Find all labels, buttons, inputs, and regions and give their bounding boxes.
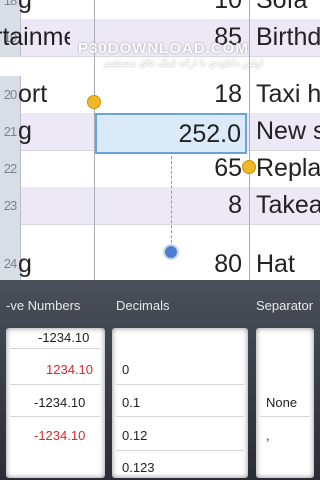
- wheel-option[interactable]: None: [266, 395, 314, 410]
- header-separator: Separator: [256, 298, 314, 313]
- table-row: 18 g 10 Sofa: [0, 0, 320, 20]
- wheel-option[interactable]: -1234.10: [34, 395, 105, 410]
- wheel-option[interactable]: 0: [122, 362, 248, 377]
- table-row: 23 8 Takeaway: [0, 187, 320, 225]
- header-negative-numbers: -ve Numbers: [6, 298, 81, 313]
- cell-description[interactable]: Takeaway: [252, 187, 320, 224]
- cell-amount[interactable]: 10: [96, 0, 246, 19]
- wheel-option[interactable]: 0.1: [122, 395, 248, 410]
- drag-guide-line: [171, 156, 172, 248]
- cell-category[interactable]: [18, 150, 94, 187]
- wheel-option[interactable]: 0.123: [122, 460, 248, 475]
- wheel-option[interactable]: -1234.10: [34, 428, 105, 443]
- header-decimals: Decimals: [116, 298, 170, 313]
- cell-description[interactable]: Taxi home: [252, 76, 320, 113]
- table-row: 24 g 80 Hat: [0, 224, 320, 280]
- cell-category[interactable]: rtainment: [0, 19, 70, 56]
- decimals-wheel[interactable]: 0 0.1 0.12 0.123: [112, 328, 248, 478]
- separator-wheel[interactable]: None ,: [256, 328, 314, 478]
- wheel-option[interactable]: ,: [266, 428, 314, 443]
- cell-description[interactable]: Hat: [252, 224, 320, 280]
- table-row: 20 ort 18 Taxi home: [0, 76, 320, 114]
- column-divider: [249, 0, 250, 280]
- selection-handle-right[interactable]: [242, 160, 256, 174]
- cell-amount[interactable]: 18: [96, 76, 246, 113]
- table-row: 22 65 Replace: [0, 150, 320, 188]
- selected-cell-value: 252.0: [178, 120, 241, 148]
- cell-category[interactable]: ort: [18, 76, 94, 113]
- selected-cell[interactable]: 252.0: [95, 113, 247, 154]
- wheel-option[interactable]: 1234.10: [46, 362, 105, 377]
- negative-numbers-wheel[interactable]: -1234.10 1234.10 -1234.10 -1234.10: [6, 328, 105, 478]
- cell-description[interactable]: Birthday: [252, 19, 320, 56]
- cell-category[interactable]: [18, 187, 94, 224]
- cell-category[interactable]: g: [18, 0, 94, 19]
- spreadsheet: 18 g 10 Sofa 19 rtainment 85 Birthday 20…: [0, 0, 320, 280]
- cell-category[interactable]: g: [18, 113, 94, 150]
- cell-description[interactable]: New shoes: [252, 113, 320, 150]
- drag-knob[interactable]: [163, 244, 179, 260]
- wheel-option[interactable]: -1234.10: [38, 330, 105, 345]
- selection-handle-left[interactable]: [87, 95, 101, 109]
- cell-category[interactable]: g: [18, 224, 94, 280]
- watermark-subtext: اولین دانلودی با ارائه لینک های مستقیم: [104, 58, 264, 69]
- wheel-option[interactable]: 0.12: [122, 428, 248, 443]
- cell-description[interactable]: Sofa: [252, 0, 320, 19]
- watermark-text: P30DOWNLOAD.COM: [78, 40, 249, 57]
- cell-description[interactable]: Replace: [252, 150, 320, 187]
